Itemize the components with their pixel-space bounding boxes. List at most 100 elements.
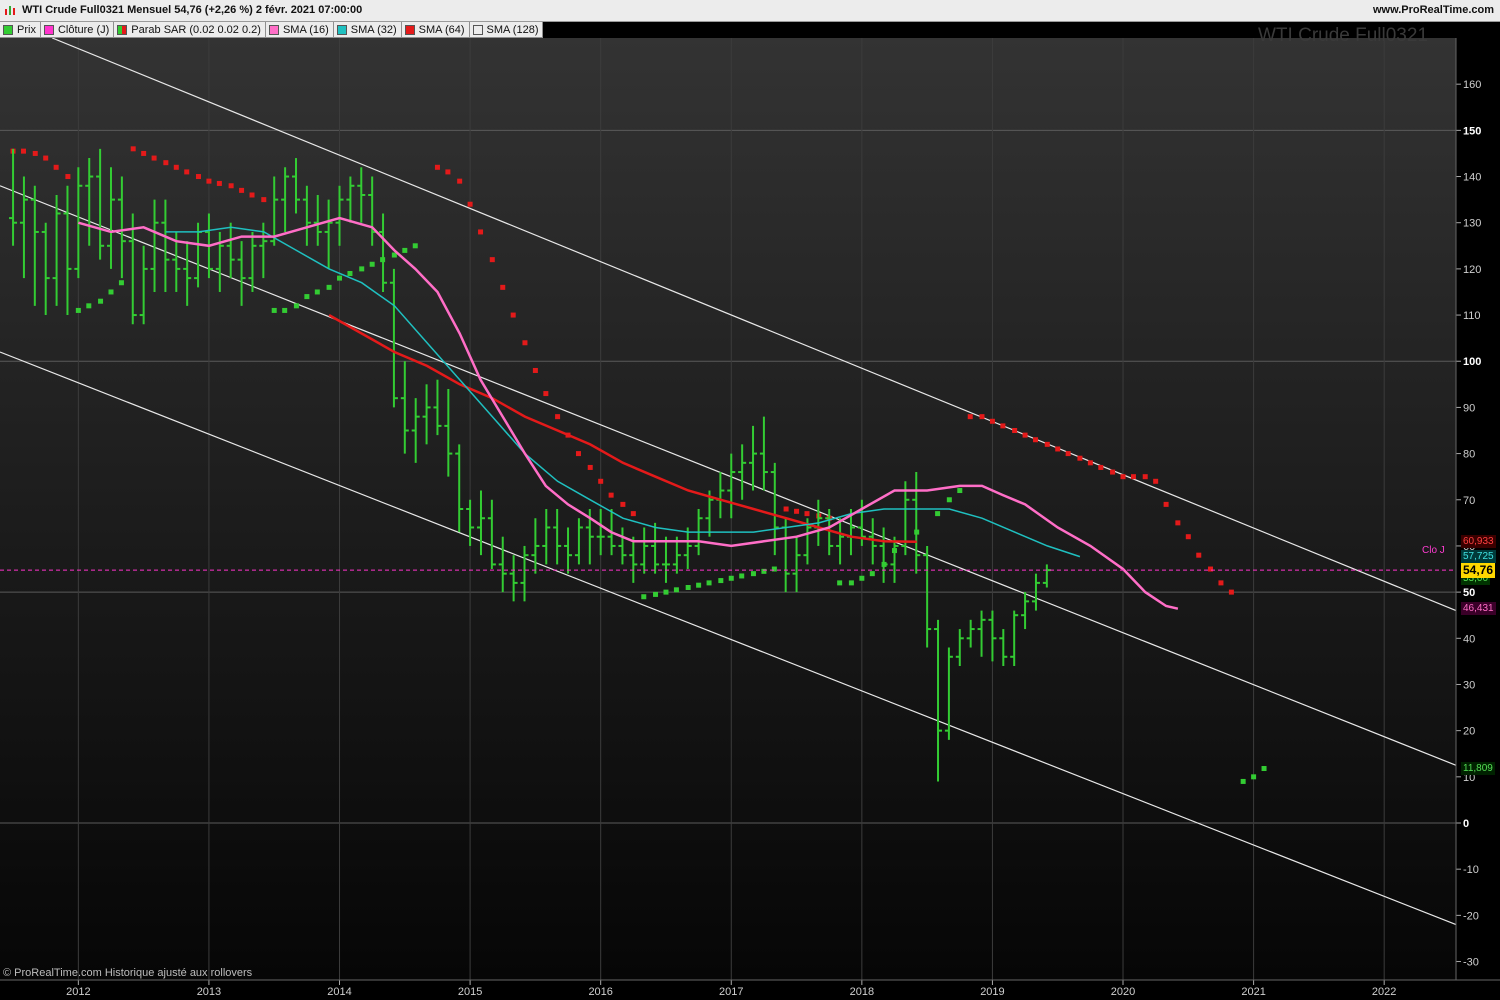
sar-dot	[108, 289, 114, 295]
sar-dot	[653, 591, 659, 597]
time-tick-label: 2017	[719, 986, 743, 998]
sar-dot	[239, 187, 245, 193]
sar-dot	[130, 146, 136, 152]
legend-swatch	[43, 24, 54, 35]
indicator-legend: Prix Clôture (J) Parab SAR (0.02 0.02 0.…	[0, 22, 544, 38]
sar-dot	[500, 284, 506, 290]
price-tick-label: -10	[1463, 864, 1479, 876]
legend-item-sma-32[interactable]: SMA (32)	[333, 22, 402, 38]
time-tick-label: 2012	[66, 986, 90, 998]
instrument-watermark: WTI Crude Full0321	[1258, 25, 1429, 46]
sar-dot	[957, 488, 963, 494]
sar-dot	[1077, 455, 1083, 461]
sar-dot	[1130, 474, 1136, 480]
sar-dot	[1044, 441, 1050, 447]
legend-item-prix[interactable]: Prix	[0, 22, 41, 38]
sar-dot	[75, 307, 81, 313]
sar-dot	[739, 573, 745, 579]
legend-swatch	[404, 24, 415, 35]
sar-dot	[228, 183, 234, 189]
price-tick-label: 130	[1463, 218, 1481, 230]
sar-dot	[630, 511, 636, 517]
sar-dot	[86, 303, 92, 309]
sar-dot	[1142, 474, 1148, 480]
sar-dot	[1163, 501, 1169, 507]
sar-dot	[608, 492, 614, 498]
sar-dot	[663, 589, 669, 595]
sar-dot	[195, 174, 201, 180]
sar-dot	[293, 303, 299, 309]
legend-item-parab-sar[interactable]: Parab SAR (0.02 0.02 0.2)	[114, 22, 266, 38]
price-tick-label: 0	[1463, 818, 1469, 830]
legend-label: SMA (32)	[350, 23, 397, 36]
sar-dot	[1196, 552, 1202, 558]
sar-dot	[314, 289, 320, 295]
sar-dot	[478, 229, 484, 235]
time-tick-label: 2016	[588, 986, 612, 998]
legend-item-sma-16[interactable]: SMA (16)	[265, 22, 334, 38]
sma16-value-badge: 46,431	[1461, 602, 1496, 616]
time-axis-panel	[0, 980, 1500, 1000]
sar-dot	[1120, 474, 1126, 480]
sar-dot	[967, 414, 973, 420]
price-tick-label: 100	[1463, 356, 1481, 368]
legend-swatch	[336, 24, 347, 35]
sma64-value-badge: 60,933	[1461, 535, 1496, 549]
sar-dot	[337, 275, 343, 281]
time-tick-label: 2018	[850, 986, 874, 998]
sar-dot	[457, 178, 463, 184]
sar-dot	[1022, 432, 1028, 438]
sar-dot	[184, 169, 190, 175]
price-tick-label: -20	[1463, 910, 1479, 922]
sar-dot	[1153, 478, 1159, 484]
price-tick-label: 150	[1463, 125, 1481, 137]
sar-dot	[21, 148, 27, 154]
legend-label: SMA (16)	[282, 23, 329, 36]
sar-dot	[271, 307, 277, 313]
price-tick-label: 140	[1463, 172, 1481, 184]
sar-dot	[620, 501, 626, 507]
chart-window: WTI Crude Full0321 Mensuel 54,76 (+2,26 …	[0, 0, 1500, 1000]
sar-dot	[641, 594, 647, 600]
legend-item-sma-128[interactable]: SMA (128)	[469, 22, 544, 38]
price-chart[interactable]: -30-20-100102030405060708090100110120130…	[0, 38, 1500, 1000]
footer-note: © ProRealTime.com Historique ajusté aux …	[3, 967, 253, 979]
sar-dot	[685, 585, 691, 590]
sar-dot	[946, 497, 952, 503]
sar-dot	[1228, 589, 1234, 595]
price-tick-label: 70	[1463, 495, 1475, 507]
sar-dot	[1033, 437, 1039, 443]
sar-dot	[1185, 534, 1191, 540]
site-link[interactable]: www.ProRealTime.com	[1373, 4, 1494, 16]
chart-title: WTI Crude Full0321 Mensuel 54,76 (+2,26 …	[22, 4, 363, 16]
chart-app-icon	[5, 6, 15, 15]
legend-label: SMA (128)	[486, 23, 539, 36]
sar-dot	[1261, 766, 1267, 772]
legend-swatch	[3, 24, 13, 35]
sar-dot	[804, 511, 810, 517]
price-tick-label: 20	[1463, 726, 1475, 738]
sar-dot	[163, 160, 169, 166]
sar-dot	[979, 414, 985, 420]
sma32-value-badge: 57,725	[1461, 549, 1496, 563]
time-tick-label: 2021	[1241, 986, 1265, 998]
sar-dot	[848, 580, 854, 586]
sar-dot	[555, 414, 561, 420]
close-line-label: Clo J	[1422, 545, 1445, 556]
sar-dot	[510, 312, 516, 318]
price-tick-label: 40	[1463, 633, 1475, 645]
sar-dot	[587, 464, 593, 470]
sar-dot	[1218, 580, 1224, 586]
sar-dot	[771, 566, 777, 572]
sar-dot	[118, 280, 124, 286]
time-tick-label: 2013	[197, 986, 221, 998]
legend-item-cloture[interactable]: Clôture (J)	[40, 22, 115, 38]
sar-dot	[1098, 464, 1104, 470]
sar-dot	[1110, 469, 1116, 475]
legend-item-sma-64[interactable]: SMA (64)	[401, 22, 470, 38]
sar-dot	[216, 180, 222, 186]
sar-dot	[434, 164, 440, 170]
sar-dot	[1000, 423, 1006, 429]
sar-dot	[989, 418, 995, 424]
sar-dot	[543, 391, 549, 397]
